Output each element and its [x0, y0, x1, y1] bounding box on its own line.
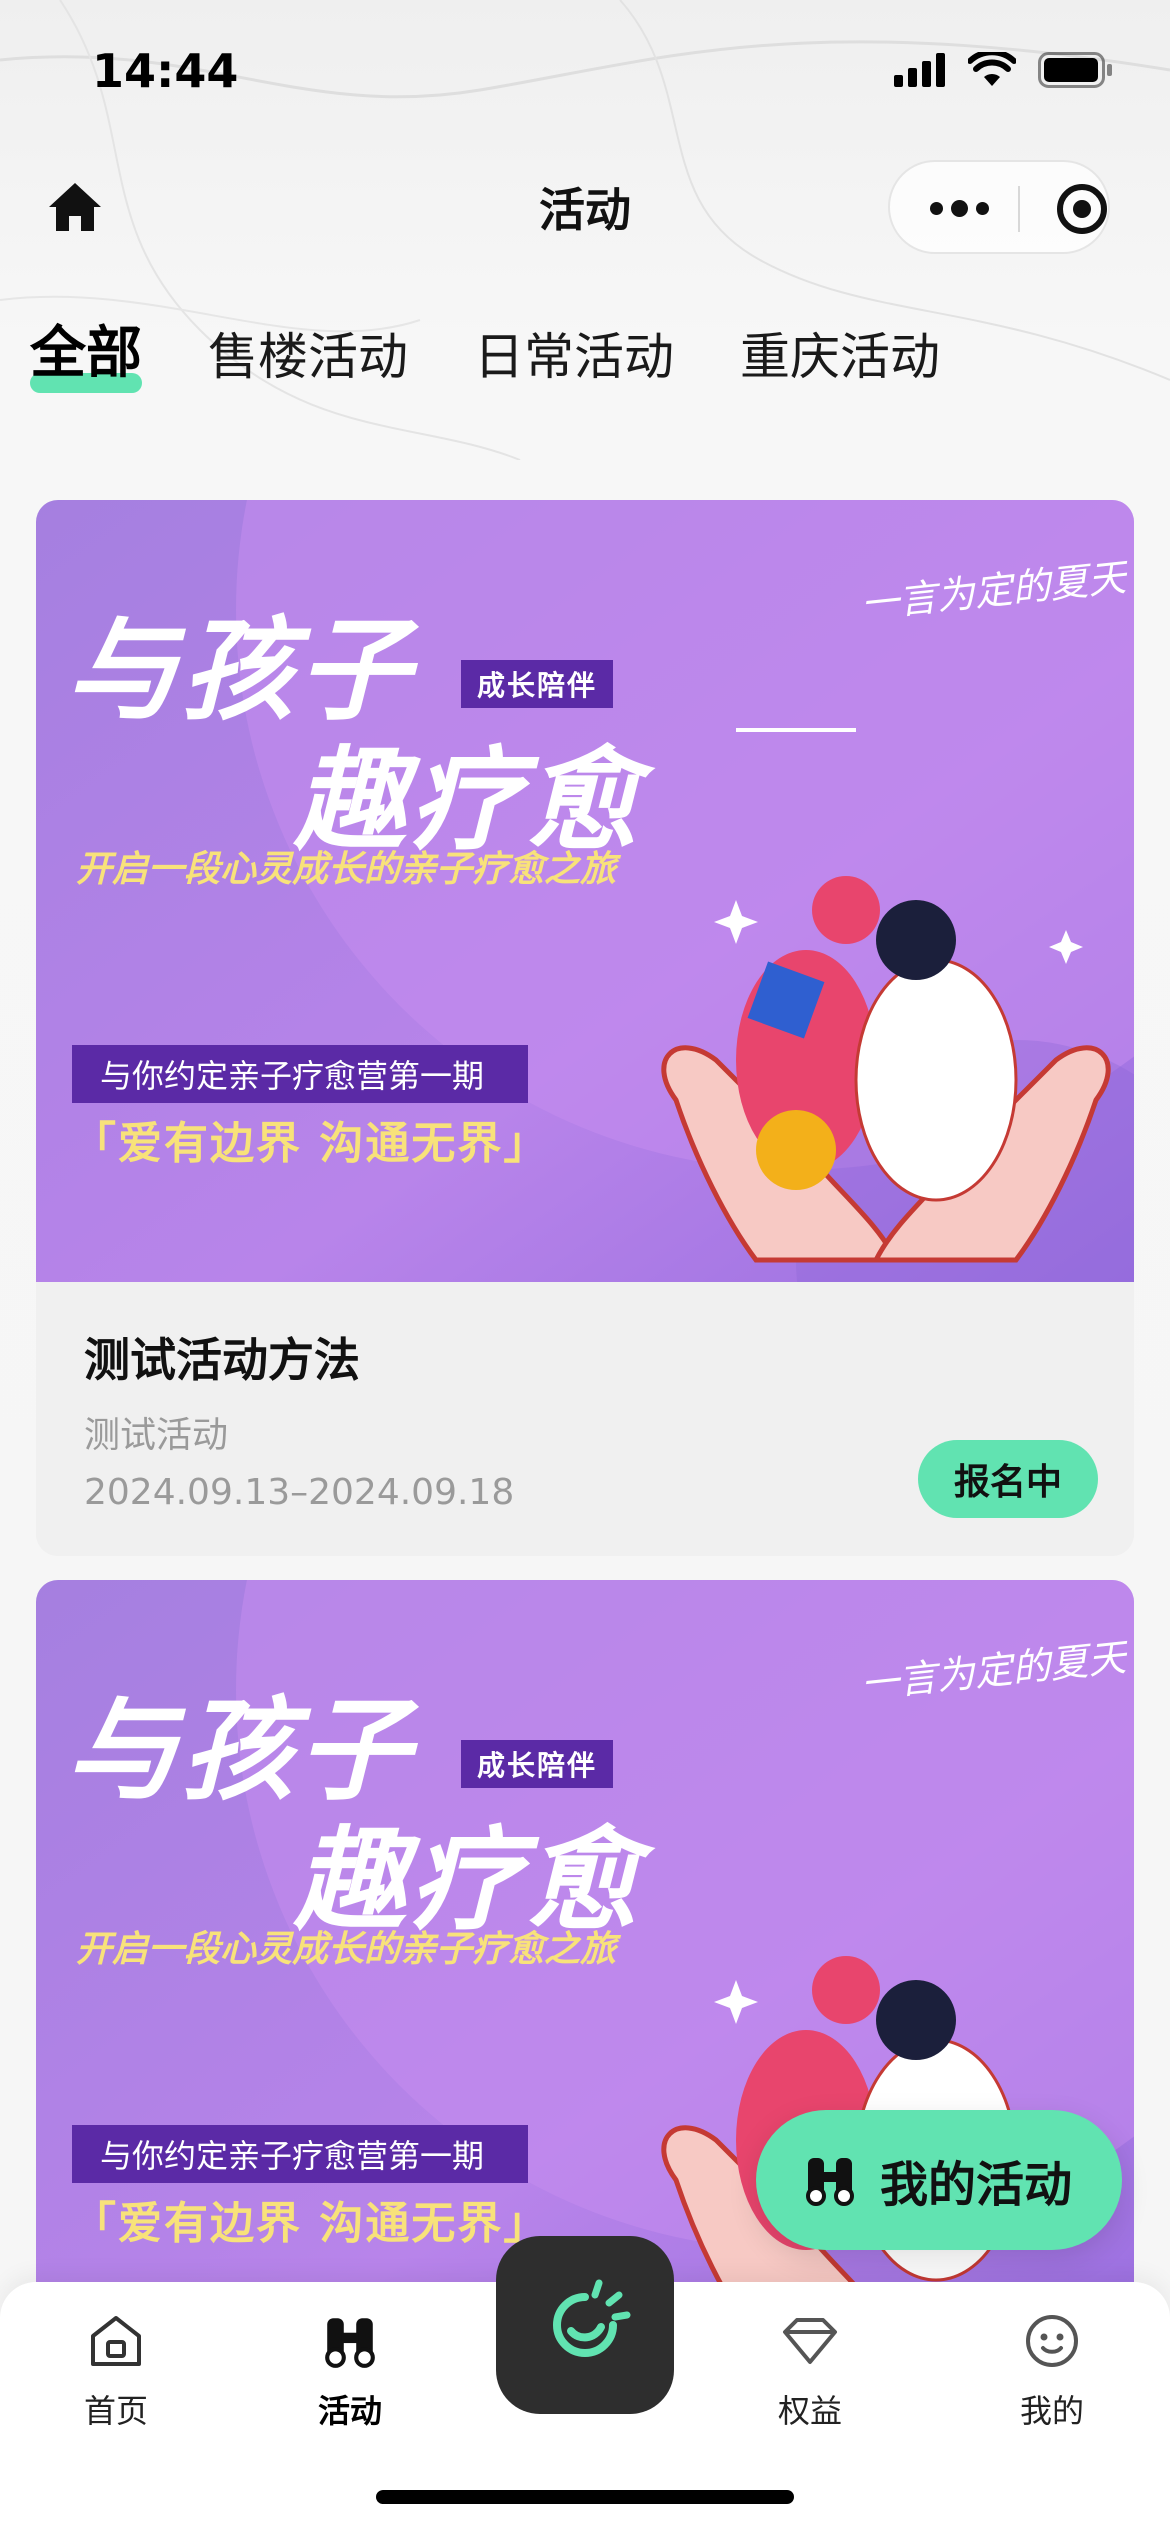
banner-slogan: 开启一段心灵成长的亲子疗愈之旅	[76, 1929, 617, 1970]
tab-chongqing-events[interactable]: 重庆活动	[740, 317, 940, 389]
more-icon	[929, 201, 943, 215]
banner-badge: 成长陪伴	[461, 1740, 614, 1788]
card-date-range: 2024.09.13–2024.09.18	[84, 1472, 515, 1513]
my-activities-button[interactable]: 我的活动	[756, 2110, 1122, 2250]
status-icons	[894, 52, 1114, 88]
tabbar-label: 权益	[777, 2392, 842, 2430]
banner-badge: 成长陪伴	[461, 660, 614, 708]
activity-banner: 一言为定的夏天 与孩子 成长陪伴 趣疗愈 开启一段心灵成长的亲子疗愈之旅 与你约…	[36, 500, 1134, 1282]
home-outline-icon	[85, 2310, 147, 2372]
my-activities-label: 我的活动	[880, 2157, 1073, 2213]
banner-camp-label: 与你约定亲子疗愈营第一期	[72, 2125, 528, 2183]
activity-card[interactable]: 一言为定的夏天 与孩子 成长陪伴 趣疗愈 开启一段心灵成长的亲子疗愈之旅 与你约…	[36, 500, 1134, 1556]
close-target-button[interactable]	[1055, 182, 1109, 236]
category-tabs: 全部 售楼活动 日常活动 重庆活动	[30, 308, 1006, 393]
tabbar-item-benefits[interactable]: 权益	[740, 2310, 880, 2432]
diamond-icon	[779, 2310, 841, 2372]
tab-daily-events[interactable]: 日常活动	[474, 317, 674, 389]
card-info: 测试活动方法 测试活动 2024.09.13–2024.09.18 报名中	[36, 1282, 1134, 1556]
tabbar-label: 我的	[1019, 2392, 1084, 2430]
banner-slogan: 开启一段心灵成长的亲子疗愈之旅	[76, 849, 617, 890]
signal-icon	[894, 53, 945, 87]
battery-icon	[1038, 52, 1112, 88]
tabbar-item-home[interactable]: 首页	[46, 2310, 186, 2432]
status-bar: 14:44	[0, 0, 1170, 150]
tab-label: 售楼活动	[208, 328, 408, 386]
capsule-divider	[1018, 186, 1020, 232]
tab-label: 重庆活动	[740, 328, 940, 386]
tabbar-item-activities[interactable]: 活动	[280, 2310, 420, 2432]
banner-camp-label: 与你约定亲子疗愈营第一期	[72, 1045, 528, 1103]
tabbar-item-profile[interactable]: 我的	[982, 2310, 1122, 2432]
smiley-icon	[1021, 2310, 1083, 2372]
mini-program-capsule	[888, 160, 1110, 254]
more-button[interactable]	[924, 190, 994, 226]
tab-sales-events[interactable]: 售楼活动	[208, 317, 408, 389]
binoculars-icon	[319, 2310, 381, 2372]
card-title: 测试活动方法	[84, 1333, 360, 1387]
card-subtitle: 测试活动	[84, 1415, 229, 1456]
banner-quote: 「爱有边界 沟通无界」	[72, 1118, 550, 1169]
tab-all[interactable]: 全部	[30, 308, 142, 393]
binoculars-icon	[806, 2158, 854, 2206]
tabbar-center-button[interactable]	[496, 2236, 674, 2414]
status-badge[interactable]: 报名中	[918, 1440, 1098, 1518]
tabbar-label: 活动	[317, 2392, 382, 2430]
tab-label: 日常活动	[474, 328, 674, 386]
wifi-icon	[968, 52, 1016, 86]
nav-bar: 活动	[0, 150, 1170, 262]
tab-label: 全部	[30, 321, 142, 386]
home-indicator	[376, 2490, 794, 2504]
smile-logo-icon	[553, 2279, 631, 2357]
status-time: 14:44	[92, 44, 239, 98]
tabbar-label: 首页	[83, 2392, 148, 2430]
banner-quote: 「爱有边界 沟通无界」	[72, 2198, 550, 2249]
